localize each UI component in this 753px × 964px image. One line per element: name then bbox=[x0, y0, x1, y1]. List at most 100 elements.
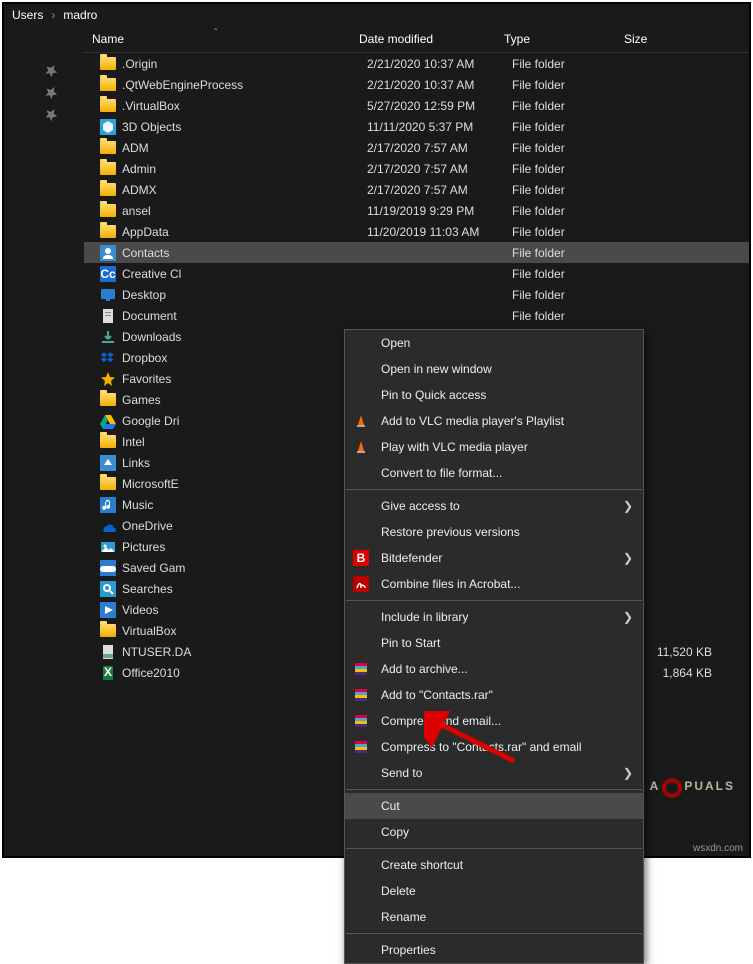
file-size: 11,520 KB bbox=[632, 645, 732, 659]
file-row[interactable]: CcCreative ClFile folder bbox=[84, 263, 749, 284]
dropbox-icon bbox=[100, 350, 116, 366]
breadcrumb-current[interactable]: madro bbox=[63, 8, 97, 22]
menu-item-pin-to-start[interactable]: Pin to Start bbox=[345, 630, 643, 656]
menu-label: Pin to Start bbox=[381, 636, 440, 650]
pin-icon[interactable] bbox=[41, 105, 60, 124]
file-row[interactable]: Desktop File folder bbox=[84, 284, 749, 305]
file-type: File folder bbox=[512, 204, 632, 218]
vlc-icon bbox=[353, 439, 369, 455]
file-row[interactable]: DocumentFile folder bbox=[84, 305, 749, 326]
menu-item-cut[interactable]: Cut bbox=[345, 793, 643, 819]
file-name: Music bbox=[122, 498, 153, 512]
pin-icon[interactable] bbox=[41, 83, 60, 102]
menu-item-create-shortcut[interactable]: Create shortcut bbox=[345, 852, 643, 878]
file-type: File folder bbox=[512, 183, 632, 197]
onedrive-icon bbox=[100, 518, 116, 534]
file-row[interactable]: .VirtualBox5/27/2020 12:59 PMFile folder bbox=[84, 95, 749, 116]
menu-item-add-to-contacts-rar[interactable]: Add to "Contacts.rar" bbox=[345, 682, 643, 708]
file-name: Google Dri bbox=[122, 414, 179, 428]
file-type: File folder bbox=[512, 120, 632, 134]
quick-access-sidebar bbox=[4, 26, 84, 836]
menu-item-restore-previous-versions[interactable]: Restore previous versions bbox=[345, 519, 643, 545]
rar-icon bbox=[353, 687, 369, 703]
file-pane[interactable]: Nameˆ Date modified Type Size .Origin2/2… bbox=[84, 26, 749, 836]
svg-text:B: B bbox=[357, 551, 366, 565]
menu-item-delete[interactable]: Delete bbox=[345, 878, 643, 904]
menu-label: Delete bbox=[381, 884, 416, 898]
site-credit: wsxdn.com bbox=[693, 843, 743, 854]
file-row[interactable]: Admin2/17/2020 7:57 AMFile folder bbox=[84, 158, 749, 179]
acrobat-icon bbox=[353, 576, 369, 592]
file-name: Pictures bbox=[122, 540, 165, 554]
menu-label: Include in library bbox=[381, 610, 468, 624]
file-row[interactable]: ADMX 2/17/2020 7:57 AMFile folder bbox=[84, 179, 749, 200]
file-row[interactable]: .QtWebEngineProcess2/21/2020 10:37 AMFil… bbox=[84, 74, 749, 95]
menu-label: Restore previous versions bbox=[381, 525, 520, 539]
file-row[interactable]: ADM2/17/2020 7:57 AMFile folder bbox=[84, 137, 749, 158]
file-row[interactable]: ansel11/19/2019 9:29 PMFile folder bbox=[84, 200, 749, 221]
menu-item-pin-to-quick-access[interactable]: Pin to Quick access bbox=[345, 382, 643, 408]
contacts-icon bbox=[100, 245, 116, 261]
dat-icon bbox=[100, 644, 116, 660]
file-row[interactable]: 3D Objects11/11/2020 5:37 PMFile folder bbox=[84, 116, 749, 137]
gdrive-icon bbox=[100, 413, 116, 429]
menu-label: Convert to file format... bbox=[381, 466, 502, 480]
desktop-icon bbox=[100, 287, 116, 303]
favorites-icon bbox=[100, 371, 116, 387]
menu-label: Play with VLC media player bbox=[381, 440, 528, 454]
file-row[interactable]: ContactsFile folder bbox=[84, 242, 749, 263]
file-date: 11/11/2020 5:37 PM bbox=[367, 120, 512, 134]
file-name: Saved Gam bbox=[122, 561, 185, 575]
menu-label: Give access to bbox=[381, 499, 460, 513]
header-type[interactable]: Type bbox=[504, 32, 624, 46]
3d-icon bbox=[100, 119, 116, 135]
file-type: File folder bbox=[512, 57, 632, 71]
watermark-circle-icon bbox=[662, 778, 682, 798]
file-name: ADMX bbox=[122, 183, 157, 197]
cc-icon: Cc bbox=[100, 266, 116, 282]
file-row[interactable]: .Origin2/21/2020 10:37 AMFile folder bbox=[84, 53, 749, 74]
menu-label: Cut bbox=[381, 799, 400, 813]
header-size[interactable]: Size bbox=[624, 32, 724, 46]
header-date[interactable]: Date modified bbox=[359, 32, 504, 46]
file-type: File folder bbox=[512, 162, 632, 176]
rar-icon bbox=[353, 739, 369, 755]
menu-label: Pin to Quick access bbox=[381, 388, 486, 402]
file-type: File folder bbox=[512, 267, 632, 281]
file-type: File folder bbox=[512, 78, 632, 92]
file-date: 2/17/2020 7:57 AM bbox=[367, 162, 512, 176]
file-name: AppData bbox=[122, 225, 169, 239]
menu-item-add-to-archive[interactable]: Add to archive... bbox=[345, 656, 643, 682]
menu-item-include-in-library[interactable]: Include in library❯ bbox=[345, 604, 643, 630]
vlc-icon bbox=[353, 413, 369, 429]
file-name: .QtWebEngineProcess bbox=[122, 78, 243, 92]
breadcrumb[interactable]: Users › madro bbox=[4, 4, 749, 26]
watermark: A PUALS bbox=[650, 776, 735, 796]
annotation-arrow bbox=[424, 711, 524, 774]
menu-label: Add to archive... bbox=[381, 662, 468, 676]
menu-item-open-in-new-window[interactable]: Open in new window bbox=[345, 356, 643, 382]
file-date: 2/17/2020 7:57 AM bbox=[367, 183, 512, 197]
menu-item-rename[interactable]: Rename bbox=[345, 904, 643, 930]
menu-item-combine-files-in-acrobat[interactable]: Combine files in Acrobat... bbox=[345, 571, 643, 597]
file-type: File folder bbox=[512, 288, 632, 302]
file-name: Intel bbox=[122, 435, 145, 449]
column-headers: Nameˆ Date modified Type Size bbox=[84, 26, 749, 53]
music-icon bbox=[100, 497, 116, 513]
menu-item-bitdefender[interactable]: BBitdefender❯ bbox=[345, 545, 643, 571]
menu-item-play-with-vlc-media-player[interactable]: Play with VLC media player bbox=[345, 434, 643, 460]
header-name[interactable]: Nameˆ bbox=[84, 32, 359, 46]
file-name: Desktop bbox=[122, 288, 166, 302]
menu-item-open[interactable]: Open bbox=[345, 330, 643, 356]
documents-icon bbox=[100, 308, 116, 324]
games-icon bbox=[100, 560, 116, 576]
menu-item-give-access-to[interactable]: Give access to❯ bbox=[345, 493, 643, 519]
menu-item-properties[interactable]: Properties bbox=[345, 937, 643, 963]
menu-item-convert-to-file-format[interactable]: Convert to file format... bbox=[345, 460, 643, 486]
menu-item-copy[interactable]: Copy bbox=[345, 819, 643, 845]
file-name: Games bbox=[122, 393, 161, 407]
menu-item-add-to-vlc-media-player-s-playlist[interactable]: Add to VLC media player's Playlist bbox=[345, 408, 643, 434]
pin-icon[interactable] bbox=[41, 61, 60, 80]
file-row[interactable]: AppData11/20/2019 11:03 AMFile folder bbox=[84, 221, 749, 242]
breadcrumb-parent[interactable]: Users bbox=[12, 8, 43, 22]
